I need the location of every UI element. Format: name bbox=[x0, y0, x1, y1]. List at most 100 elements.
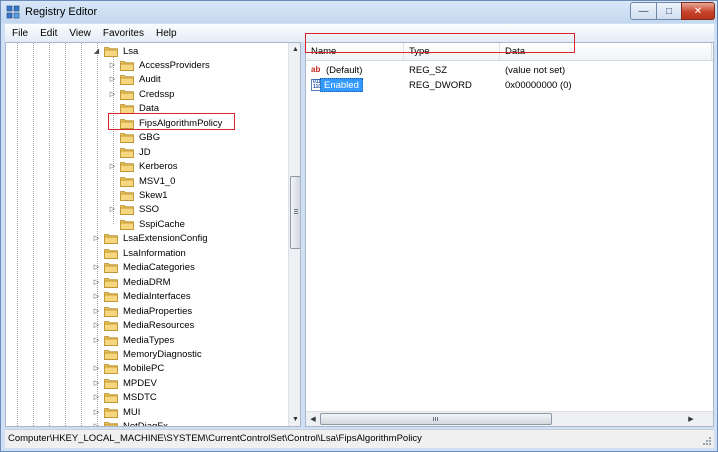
tree-item[interactable]: ▷ Kerberos bbox=[108, 160, 179, 174]
tree-item[interactable]: ▷ MediaResources bbox=[92, 319, 195, 333]
expand-arrow-icon[interactable]: ▷ bbox=[92, 379, 101, 388]
value-data: (value not set) bbox=[505, 65, 566, 76]
value-data: 0x00000000 (0) bbox=[505, 80, 572, 91]
expand-arrow-icon[interactable]: ▷ bbox=[108, 61, 117, 70]
tree-item[interactable]: ▷ LsaExtensionConfig bbox=[92, 232, 209, 246]
horizontal-scroll-thumb[interactable] bbox=[320, 413, 552, 425]
folder-icon bbox=[104, 263, 118, 274]
tree-item[interactable]: ▷ Credssp bbox=[108, 87, 175, 101]
tree-item-label: LsaExtensionConfig bbox=[123, 233, 208, 245]
tree-item[interactable]: ▷ MUI bbox=[92, 405, 141, 419]
value-type: REG_SZ bbox=[409, 65, 448, 76]
tree-item[interactable]: ▷ MobilePC bbox=[92, 362, 165, 376]
expand-arrow-icon[interactable]: ▷ bbox=[92, 393, 101, 402]
tree-item[interactable]: JD bbox=[108, 145, 152, 159]
grip-line bbox=[294, 213, 298, 214]
scroll-thumb[interactable] bbox=[290, 176, 300, 249]
expand-arrow-icon[interactable]: ▷ bbox=[92, 321, 101, 330]
expand-arrow-icon[interactable]: ▷ bbox=[92, 336, 101, 345]
tree-item[interactable]: Skew1 bbox=[108, 189, 169, 203]
minimize-button[interactable]: — bbox=[630, 2, 657, 20]
registry-tree-pane[interactable]: ◢ Lsa ▷ AccessProviders ▷ Audit ▷ Credssp Data Fi… bbox=[5, 42, 301, 427]
tree-item[interactable]: GBG bbox=[108, 131, 161, 145]
expand-arrow-icon[interactable]: ▷ bbox=[92, 408, 101, 417]
folder-icon bbox=[120, 191, 134, 201]
expand-arrow-icon[interactable]: ▷ bbox=[92, 422, 101, 426]
tree-item[interactable]: MemoryDiagnostic bbox=[92, 347, 203, 361]
tree-item-label: Credssp bbox=[139, 88, 175, 100]
tree-item-label: JD bbox=[139, 146, 151, 158]
tree-item[interactable]: ▷ MediaDRM bbox=[92, 275, 172, 289]
tree-item-label: MediaInterfaces bbox=[123, 291, 191, 303]
grip-line bbox=[435, 417, 436, 421]
menu-help[interactable]: Help bbox=[150, 28, 183, 39]
expand-arrow-icon[interactable]: ▷ bbox=[92, 364, 101, 373]
expand-arrow-icon[interactable]: ▷ bbox=[92, 292, 101, 301]
maximize-button[interactable]: □ bbox=[656, 2, 682, 20]
tree-item[interactable]: MSV1_0 bbox=[108, 174, 176, 188]
tree-item[interactable]: ▷ MediaTypes bbox=[92, 333, 175, 347]
expand-arrow-icon[interactable]: ▷ bbox=[92, 263, 101, 272]
scroll-right-button[interactable]: ▶ bbox=[684, 412, 698, 426]
value-name-selected[interactable]: Enabled bbox=[320, 78, 363, 92]
tree-item-label: SspiCache bbox=[139, 218, 185, 230]
folder-icon bbox=[104, 393, 118, 404]
folder-icon bbox=[120, 89, 134, 100]
menu-view[interactable]: View bbox=[63, 28, 97, 39]
title-bar[interactable]: Registry Editor — □ ✕ bbox=[1, 1, 717, 23]
folder-icon bbox=[120, 205, 134, 216]
scroll-down-button[interactable]: ▼ bbox=[289, 413, 300, 426]
tree-item[interactable]: ▷ MediaProperties bbox=[92, 304, 193, 318]
expand-arrow-icon[interactable]: ▷ bbox=[92, 234, 101, 243]
values-list-pane[interactable]: Name Type Data ab (Default) REG_SZ (valu… bbox=[305, 42, 714, 427]
tree-item[interactable]: LsaInformation bbox=[92, 246, 187, 260]
tree-item-label: Skew1 bbox=[139, 190, 168, 201]
folder-icon bbox=[104, 350, 118, 360]
minimize-icon: — bbox=[638, 5, 649, 17]
expand-arrow-icon[interactable]: ▷ bbox=[92, 278, 101, 287]
menu-favorites[interactable]: Favorites bbox=[97, 28, 150, 39]
tree-item-label: Audit bbox=[139, 74, 161, 86]
tree-item-label: MediaCategories bbox=[123, 262, 195, 274]
window-title: Registry Editor bbox=[25, 6, 98, 18]
menu-edit[interactable]: Edit bbox=[34, 28, 63, 39]
expand-arrow-icon[interactable]: ▷ bbox=[108, 205, 117, 214]
folder-icon bbox=[104, 234, 118, 245]
close-button[interactable]: ✕ bbox=[681, 2, 715, 20]
tree-item[interactable]: ▷ MediaInterfaces bbox=[92, 290, 192, 304]
scroll-left-button[interactable]: ◀ bbox=[306, 412, 320, 426]
expand-arrow-icon[interactable]: ▷ bbox=[108, 75, 117, 84]
folder-icon bbox=[104, 364, 118, 375]
collapse-arrow-icon[interactable]: ◢ bbox=[92, 47, 101, 56]
tree-item[interactable]: ▷ Audit bbox=[108, 73, 162, 87]
grip-line bbox=[433, 417, 434, 421]
tree-vertical-scrollbar[interactable]: ▲ ▼ bbox=[288, 43, 300, 426]
menu-file[interactable]: File bbox=[5, 28, 34, 39]
tree-item[interactable]: ▷ MPDEV bbox=[92, 376, 158, 390]
tree-item[interactable]: ▷ MediaCategories bbox=[92, 261, 196, 275]
list-row[interactable]: ab (Default) REG_SZ (value not set) bbox=[306, 63, 711, 78]
expand-arrow-icon[interactable]: ▷ bbox=[108, 162, 117, 171]
tree-item[interactable]: ▷ SSO bbox=[108, 203, 160, 217]
expand-arrow-icon[interactable]: ▷ bbox=[92, 307, 101, 316]
resize-grip-icon[interactable] bbox=[702, 436, 712, 446]
tree-item[interactable]: SspiCache bbox=[108, 217, 186, 231]
arrow-down-icon: ▼ bbox=[292, 416, 299, 423]
expand-arrow-icon[interactable]: ▷ bbox=[108, 90, 117, 99]
list-horizontal-scrollbar[interactable]: ◀ ▶ bbox=[306, 411, 713, 426]
tree-item[interactable]: ▷ AccessProviders bbox=[108, 58, 211, 72]
tree-item[interactable]: ▷ NetDiagFx bbox=[92, 420, 169, 426]
tree-item-label: AccessProviders bbox=[139, 59, 210, 71]
tree-item[interactable]: ◢ Lsa bbox=[92, 44, 139, 58]
scroll-up-button[interactable]: ▲ bbox=[289, 43, 300, 56]
tree-item[interactable]: ▷ MSDTC bbox=[92, 391, 158, 405]
selected-value-highlight bbox=[305, 33, 575, 53]
tree-item-label: Kerberos bbox=[139, 161, 178, 173]
list-row[interactable]: 011 110 Enabled REG_DWORD 0x00000000 (0) bbox=[306, 78, 711, 93]
value-name: (Default) bbox=[326, 65, 363, 76]
tree-item-label: MSV1_0 bbox=[139, 175, 176, 187]
tree-item-label: SSO bbox=[139, 204, 160, 216]
